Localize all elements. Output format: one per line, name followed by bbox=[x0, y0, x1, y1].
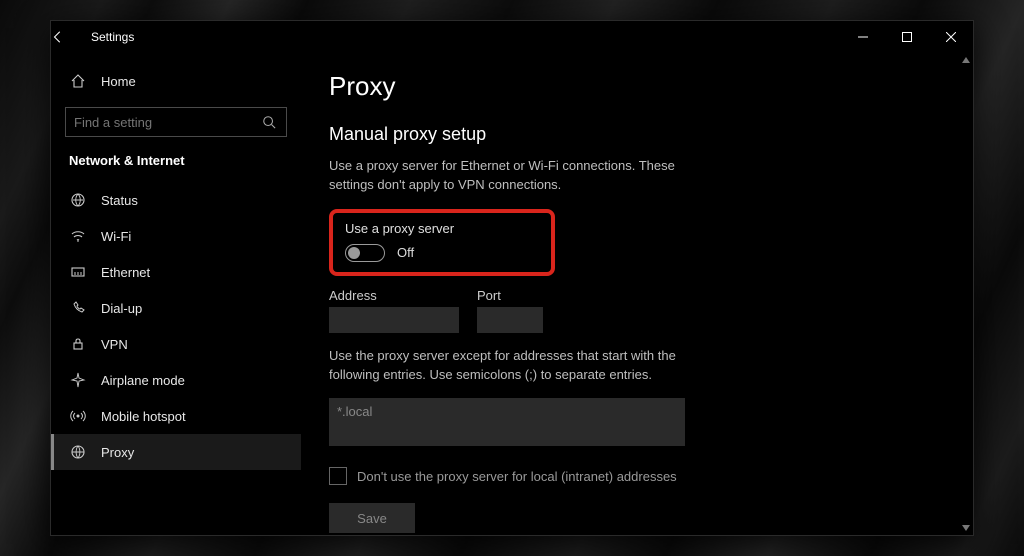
category-header: Network & Internet bbox=[51, 151, 301, 182]
titlebar: Settings bbox=[51, 21, 973, 53]
sidebar-item-label: Proxy bbox=[101, 445, 134, 460]
proxy-toggle-highlight: Use a proxy server Off bbox=[329, 209, 555, 276]
airplane-icon bbox=[69, 371, 87, 389]
sidebar-item-wifi[interactable]: Wi-Fi bbox=[51, 218, 301, 254]
sidebar-item-label: VPN bbox=[101, 337, 128, 352]
home-label: Home bbox=[101, 74, 136, 89]
address-label: Address bbox=[329, 288, 459, 303]
proxy-toggle-label: Use a proxy server bbox=[345, 221, 539, 236]
sidebar-item-vpn[interactable]: VPN bbox=[51, 326, 301, 362]
sidebar-item-ethernet[interactable]: Ethernet bbox=[51, 254, 301, 290]
home-icon bbox=[69, 72, 87, 90]
save-button-label: Save bbox=[357, 511, 387, 526]
save-button[interactable]: Save bbox=[329, 503, 415, 533]
sidebar-item-airplane[interactable]: Airplane mode bbox=[51, 362, 301, 398]
main-content: Proxy Manual proxy setup Use a proxy ser… bbox=[301, 53, 973, 535]
wifi-icon bbox=[69, 227, 87, 245]
close-button[interactable] bbox=[929, 21, 973, 53]
vpn-icon bbox=[69, 335, 87, 353]
port-label: Port bbox=[477, 288, 543, 303]
scroll-up-arrow[interactable] bbox=[959, 53, 973, 67]
sidebar-item-label: Ethernet bbox=[101, 265, 150, 280]
sidebar-item-label: Dial-up bbox=[101, 301, 142, 316]
home-button[interactable]: Home bbox=[51, 63, 301, 99]
search-input-wrap[interactable] bbox=[65, 107, 287, 137]
sidebar-item-hotspot[interactable]: Mobile hotspot bbox=[51, 398, 301, 434]
settings-window: Settings Home Networ bbox=[50, 20, 974, 536]
minimize-button[interactable] bbox=[841, 21, 885, 53]
sidebar-item-proxy[interactable]: Proxy bbox=[51, 434, 301, 470]
port-input[interactable] bbox=[477, 307, 543, 333]
scroll-down-arrow[interactable] bbox=[959, 521, 973, 535]
proxy-toggle-state: Off bbox=[397, 245, 414, 260]
section-title: Manual proxy setup bbox=[329, 124, 945, 145]
sidebar: Home Network & Internet Status Wi-Fi bbox=[51, 53, 301, 535]
status-icon bbox=[69, 191, 87, 209]
sidebar-item-label: Mobile hotspot bbox=[101, 409, 186, 424]
page-title: Proxy bbox=[329, 71, 945, 102]
local-addresses-label: Don't use the proxy server for local (in… bbox=[357, 469, 677, 484]
proxy-toggle[interactable] bbox=[345, 244, 385, 262]
back-button[interactable] bbox=[51, 30, 91, 44]
window-title: Settings bbox=[91, 30, 134, 44]
scrollbar[interactable] bbox=[959, 53, 973, 535]
hotspot-icon bbox=[69, 407, 87, 425]
toggle-knob bbox=[348, 247, 360, 259]
search-icon bbox=[260, 113, 278, 131]
exceptions-input[interactable] bbox=[329, 398, 685, 446]
address-input[interactable] bbox=[329, 307, 459, 333]
sidebar-item-status[interactable]: Status bbox=[51, 182, 301, 218]
search-input[interactable] bbox=[74, 115, 260, 130]
section-description: Use a proxy server for Ethernet or Wi-Fi… bbox=[329, 157, 689, 195]
globe-icon bbox=[69, 443, 87, 461]
dialup-icon bbox=[69, 299, 87, 317]
maximize-button[interactable] bbox=[885, 21, 929, 53]
exceptions-description: Use the proxy server except for addresse… bbox=[329, 347, 689, 385]
local-addresses-checkbox[interactable] bbox=[329, 467, 347, 485]
sidebar-item-dialup[interactable]: Dial-up bbox=[51, 290, 301, 326]
sidebar-item-label: Airplane mode bbox=[101, 373, 185, 388]
sidebar-item-label: Wi-Fi bbox=[101, 229, 131, 244]
sidebar-item-label: Status bbox=[101, 193, 138, 208]
ethernet-icon bbox=[69, 263, 87, 281]
